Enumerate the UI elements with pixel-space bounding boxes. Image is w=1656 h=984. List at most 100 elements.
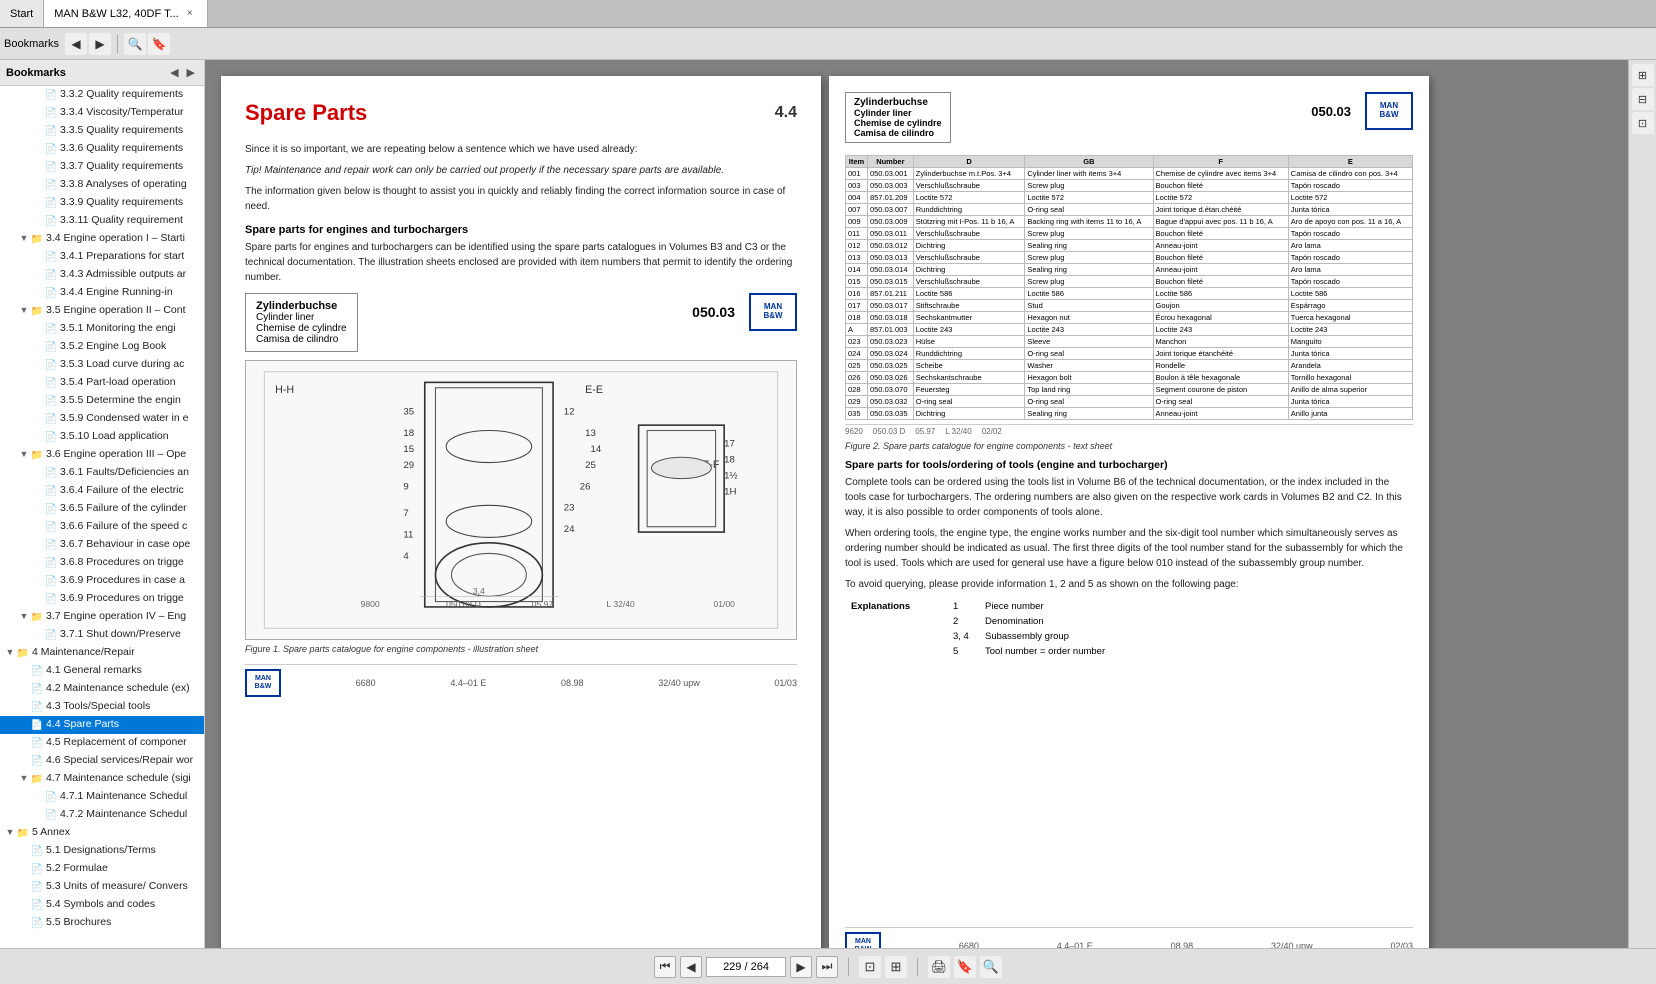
expand-btn[interactable]: ▶ xyxy=(89,33,111,55)
exp-text2: Denomination xyxy=(981,615,1411,628)
sidebar-expand-btn[interactable]: ▶ xyxy=(184,65,198,80)
sidebar-item-4-6[interactable]: 📄4.6 Special services/Repair wor xyxy=(0,752,204,770)
tree-label-3-5-10: 3.5.10 Load application xyxy=(60,430,169,444)
sidebar-item-3-4-3[interactable]: 📄3.4.3 Admissible outputs ar xyxy=(0,266,204,284)
sidebar-item-3-5-3[interactable]: 📄3.5.3 Load curve during ac xyxy=(0,356,204,374)
tree-label-3-6-4: 3.6.4 Failure of the electric xyxy=(60,484,184,498)
prev-page-btn[interactable]: ◀ xyxy=(680,956,702,978)
sidebar-item-3-3-7[interactable]: 📄3.3.7 Quality requirements xyxy=(0,158,204,176)
sidebar-item-3-3-6[interactable]: 📄3.3.6 Quality requirements xyxy=(0,140,204,158)
tree-icon-5-1: 📄 xyxy=(30,845,44,858)
sidebar-item-4-3[interactable]: 📄4.3 Tools/Special tools xyxy=(0,698,204,716)
sidebar-item-3-6-9b[interactable]: 📄3.6.9 Procedures on trigge xyxy=(0,590,204,608)
sidebar-item-3-6-4[interactable]: 📄3.6.4 Failure of the electric xyxy=(0,482,204,500)
last-page-btn[interactable]: ⏭ xyxy=(816,956,838,978)
sidebar-item-5-1[interactable]: 📄5.1 Designations/Terms xyxy=(0,842,204,860)
sidebar-item-3-3-2[interactable]: 📄3.3.2 Quality requirements xyxy=(0,86,204,104)
zoom-fit-btn[interactable]: ⊡ xyxy=(859,956,881,978)
cell-d: Loctite 572 xyxy=(913,192,1025,204)
sidebar-item-3-5-9[interactable]: 📄3.5.9 Condensed water in e xyxy=(0,410,204,428)
sidebar-item-3-7[interactable]: ▼📁3.7 Engine operation IV – Eng xyxy=(0,608,204,626)
page-title: Spare Parts xyxy=(245,100,367,125)
parts-header-box: Zylinderbuchse Cylinder liner Chemise de… xyxy=(245,293,358,352)
sidebar-item-3-3-11[interactable]: 📄3.3.11 Quality requirement xyxy=(0,212,204,230)
document-tab[interactable]: MAN B&W L32, 40DF T... × xyxy=(44,0,208,27)
sidebar-item-3-5[interactable]: ▼📁3.5 Engine operation II – Cont xyxy=(0,302,204,320)
zoom-page-btn[interactable]: ⊞ xyxy=(885,956,907,978)
sidebar-item-4-1[interactable]: 📄4.1 General remarks xyxy=(0,662,204,680)
sidebar-item-3-5-5[interactable]: 📄3.5.5 Determine the engin xyxy=(0,392,204,410)
sidebar-item-3-4[interactable]: ▼📁3.4 Engine operation I – Starti xyxy=(0,230,204,248)
rp-btn1[interactable]: ⊞ xyxy=(1632,64,1654,86)
cell-e: Junta tórica xyxy=(1288,348,1412,360)
rp-btn2[interactable]: ⊟ xyxy=(1632,88,1654,110)
page-number-input[interactable] xyxy=(706,957,786,977)
collapse-btn[interactable]: ◀ xyxy=(65,33,87,55)
parts-number: 050.03 xyxy=(692,304,735,320)
sidebar-item-4-7-2[interactable]: 📄4.7.2 Maintenance Schedul xyxy=(0,806,204,824)
next-page-btn[interactable]: ▶ xyxy=(790,956,812,978)
print-btn[interactable]: 🖨 xyxy=(928,956,950,978)
sidebar-item-3-5-1[interactable]: 📄3.5.1 Monitoring the engi xyxy=(0,320,204,338)
cell-d: Runddichtring xyxy=(913,348,1025,360)
sidebar-item-3-5-4[interactable]: 📄3.5.4 Part-load operation xyxy=(0,374,204,392)
bookmark-nav-btn[interactable]: 🔖 xyxy=(954,956,976,978)
tree-label-3-3-6: 3.3.6 Quality requirements xyxy=(60,142,183,156)
section1-text: Spare parts for engines and turbocharger… xyxy=(245,240,797,285)
tf-model: L 32/40 xyxy=(945,427,971,436)
sidebar-item-3-6[interactable]: ▼📁3.6 Engine operation III – Ope xyxy=(0,446,204,464)
sidebar-item-3-3-9[interactable]: 📄3.3.9 Quality requirements xyxy=(0,194,204,212)
sidebar-item-5-3[interactable]: 📄5.3 Units of measure/ Convers xyxy=(0,878,204,896)
sidebar-item-4-4[interactable]: 📄4.4 Spare Parts xyxy=(0,716,204,734)
search-btn[interactable]: 🔍 xyxy=(124,33,146,55)
close-tab-icon[interactable]: × xyxy=(183,7,197,21)
sidebar-item-3-3-5[interactable]: 📄3.3.5 Quality requirements xyxy=(0,122,204,140)
sidebar-item-3-4-1[interactable]: 📄3.4.1 Preparations for start xyxy=(0,248,204,266)
sidebar-collapse-btn[interactable]: ◀ xyxy=(167,65,181,80)
first-page-btn[interactable]: ⏮ xyxy=(654,956,676,978)
sidebar-item-3-3-8[interactable]: 📄3.3.8 Analyses of operating xyxy=(0,176,204,194)
sidebar-item-3-3-4[interactable]: 📄3.3.4 Viscosity/Temperatur xyxy=(0,104,204,122)
tree-icon-3-6-9a: 📄 xyxy=(44,575,58,588)
sidebar-item-3-7-1[interactable]: 📄3.7.1 Shut down/Preserve xyxy=(0,626,204,644)
sidebar-item-4-5[interactable]: 📄4.5 Replacement of componer xyxy=(0,734,204,752)
sidebar-item-4-2[interactable]: 📄4.2 Maintenance schedule (ex) xyxy=(0,680,204,698)
start-tab[interactable]: Start xyxy=(0,0,44,27)
cell-num: 050.03.015 xyxy=(867,276,913,288)
sidebar-item-4-7[interactable]: ▼📁4.7 Maintenance schedule (sigi xyxy=(0,770,204,788)
sidebar-item-3-4-4[interactable]: 📄3.4.4 Engine Running-in xyxy=(0,284,204,302)
sidebar-item-3-6-1[interactable]: 📄3.6.1 Faults/Deficiencies an xyxy=(0,464,204,482)
sidebar-item-5[interactable]: ▼📁5 Annex xyxy=(0,824,204,842)
tree-label-4-7: 4.7 Maintenance schedule (sigi xyxy=(46,772,191,786)
bookmark-btn[interactable]: 🔖 xyxy=(148,33,170,55)
sidebar-item-5-5[interactable]: 📄5.5 Brochures xyxy=(0,914,204,932)
sidebar-item-3-6-9a[interactable]: 📄3.6.9 Procedures in case a xyxy=(0,572,204,590)
col-gb: GB xyxy=(1025,156,1153,168)
right-parts-german: Zylinderbuchse xyxy=(854,97,942,108)
tree-icon-4-1: 📄 xyxy=(30,665,44,678)
cell-item: 018 xyxy=(846,312,868,324)
cell-f: Joint torique d.étan.chéité xyxy=(1153,204,1288,216)
rp-btn3[interactable]: ⊡ xyxy=(1632,112,1654,134)
cell-d: Verschlußschraube xyxy=(913,252,1025,264)
tree-label-3-3-9: 3.3.9 Quality requirements xyxy=(60,196,183,210)
sidebar-item-5-2[interactable]: 📄5.2 Formulae xyxy=(0,860,204,878)
cell-d: Stützring mit I-Pos. 11 b 16, A xyxy=(913,216,1025,228)
sidebar-item-3-5-10[interactable]: 📄3.5.10 Load application xyxy=(0,428,204,446)
sidebar-item-3-6-7[interactable]: 📄3.6.7 Behaviour in case ope xyxy=(0,536,204,554)
cell-f: Bouchon fileté xyxy=(1153,252,1288,264)
sidebar-item-3-6-5[interactable]: 📄3.6.5 Failure of the cylinder xyxy=(0,500,204,518)
sidebar-item-3-5-2[interactable]: 📄3.5.2 Engine Log Book xyxy=(0,338,204,356)
sidebar-item-4[interactable]: ▼📁4 Maintenance/Repair xyxy=(0,644,204,662)
right-page: Zylinderbuchse Cylinder liner Chemise de… xyxy=(829,76,1429,948)
cell-d: Verschlußschraube xyxy=(913,276,1025,288)
page-body-text: The information given below is thought t… xyxy=(245,184,797,214)
table-row: 016857.01.211Loctite 586Loctite 586Locti… xyxy=(846,288,1413,300)
section2-text1: Complete tools can be ordered using the … xyxy=(845,475,1413,520)
cell-d: Loctite 243 xyxy=(913,324,1025,336)
search-nav-btn[interactable]: 🔍 xyxy=(980,956,1002,978)
sidebar-item-5-4[interactable]: 📄5.4 Symbols and codes xyxy=(0,896,204,914)
sidebar-item-3-6-6[interactable]: 📄3.6.6 Failure of the speed c xyxy=(0,518,204,536)
sidebar-item-4-7-1[interactable]: 📄4.7.1 Maintenance Schedul xyxy=(0,788,204,806)
sidebar-item-3-6-8a[interactable]: 📄3.6.8 Procedures on trigge xyxy=(0,554,204,572)
